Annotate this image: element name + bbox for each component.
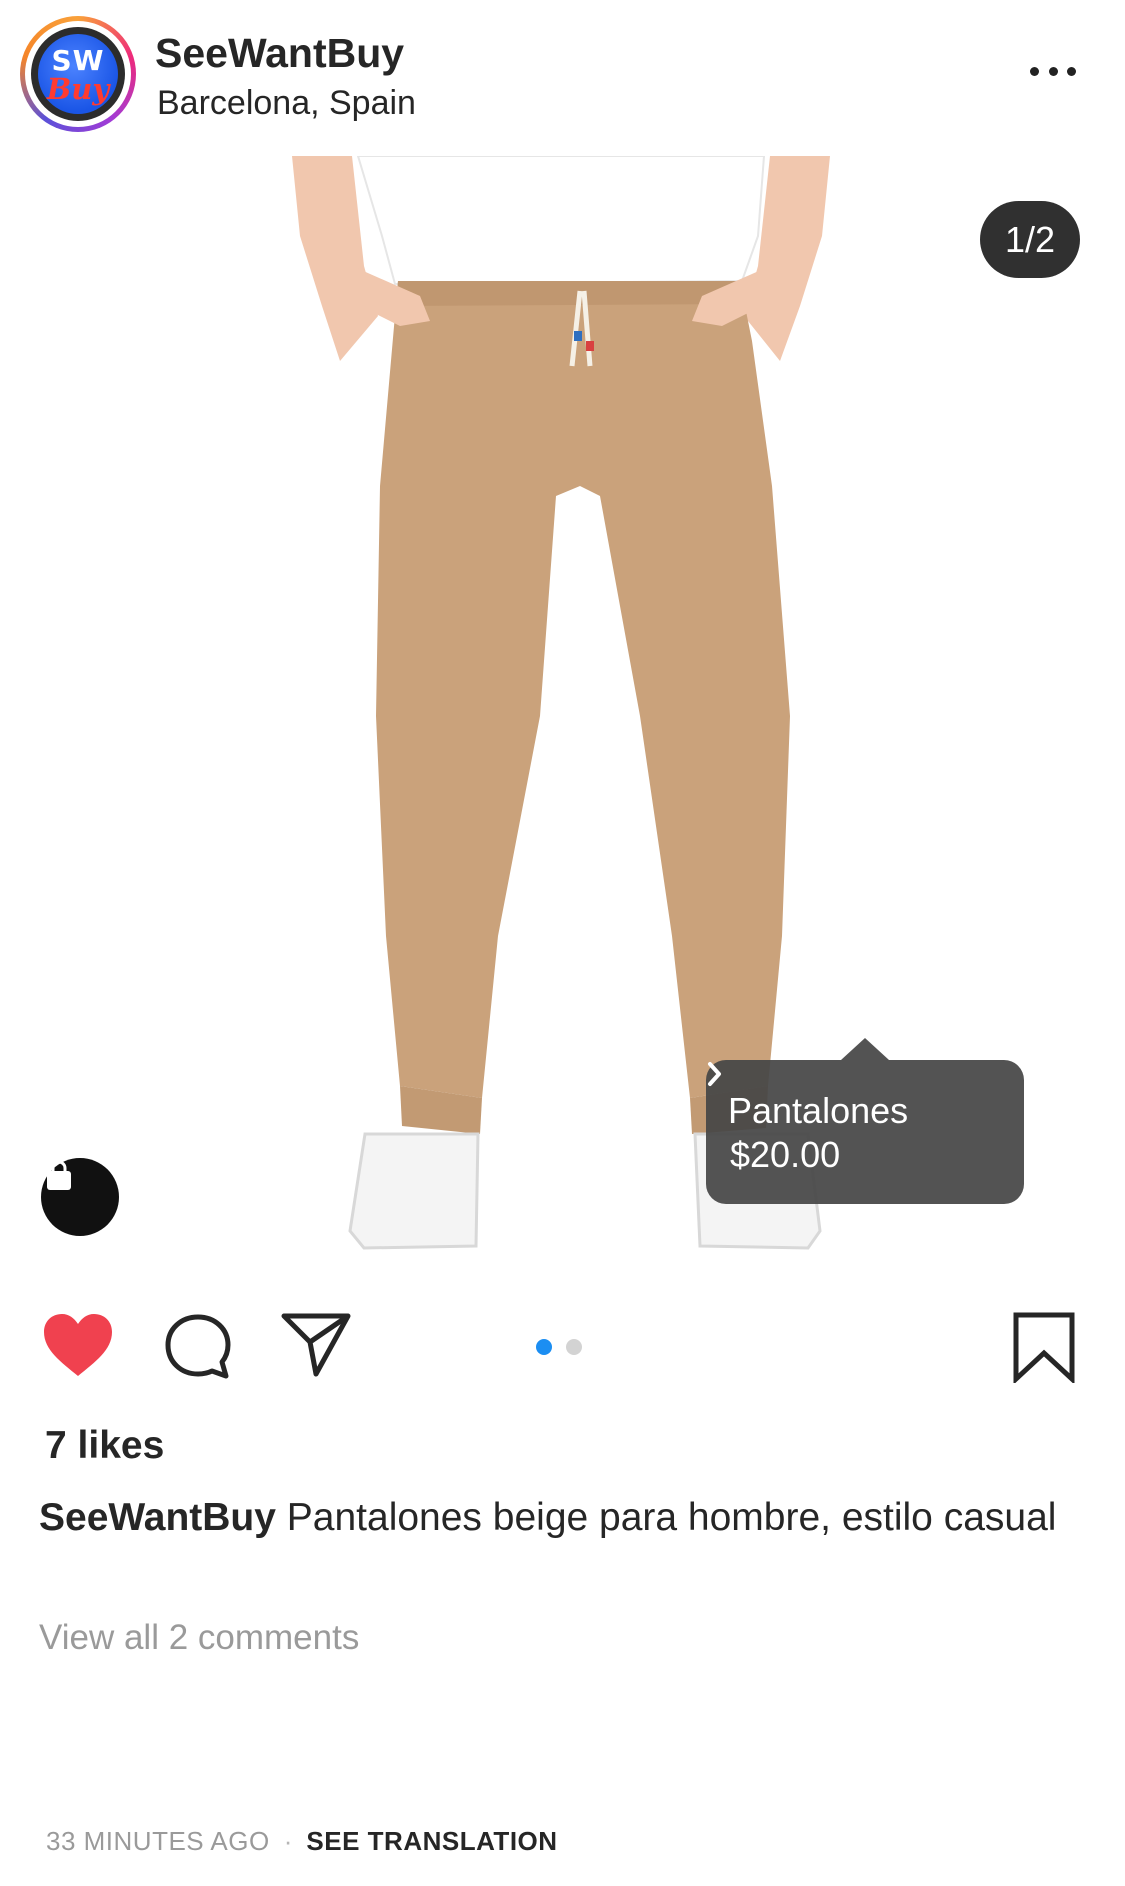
likes-count[interactable]: 7 likes [45, 1424, 164, 1468]
left-arm [292, 156, 378, 361]
waistband [396, 281, 742, 306]
caption: SeeWantBuy Pantalones beige para hombre,… [39, 1494, 1079, 1542]
chevron-right-icon [708, 1062, 721, 1086]
bookmark-icon[interactable] [1012, 1311, 1076, 1383]
action-bar [0, 1281, 1125, 1411]
heart-icon[interactable] [41, 1312, 115, 1378]
product-tag-price: $20.00 [730, 1134, 841, 1175]
image-counter-badge: 1/2 [980, 201, 1080, 278]
carousel-dot [566, 1339, 582, 1355]
more-options-icon[interactable] [1030, 58, 1076, 84]
post-footer: 33 MINUTES AGO · SEE TRANSLATION [46, 1826, 558, 1857]
bead [586, 341, 594, 351]
timestamp: 33 MINUTES AGO [46, 1826, 270, 1856]
product-tag[interactable]: Pantalones $20.00 [706, 1038, 1024, 1204]
avatar-logo-bottom: Buy [46, 72, 110, 106]
instagram-post: SW Buy SeeWantBuy Barcelona, Spain 1/2 P… [0, 0, 1125, 1886]
pants [376, 281, 790, 1098]
post-header: SW Buy SeeWantBuy Barcelona, Spain [0, 0, 1125, 156]
post-image[interactable]: 1/2 Pantalones $20.00 [0, 156, 1125, 1281]
shopping-bag-icon[interactable] [41, 1158, 119, 1236]
product-tag-name: Pantalones [728, 1090, 909, 1131]
see-translation-link[interactable]: SEE TRANSLATION [306, 1826, 557, 1856]
share-icon[interactable] [280, 1312, 352, 1378]
carousel-dots [536, 1339, 586, 1357]
carousel-dot-active [536, 1339, 552, 1355]
avatar[interactable]: SW Buy [20, 16, 136, 132]
view-comments-link[interactable]: View all 2 comments [39, 1618, 359, 1658]
left-shoe [348, 1132, 480, 1250]
account-name[interactable]: SeeWantBuy [155, 30, 404, 77]
avatar-logo: SW Buy [38, 34, 118, 114]
t-shirt [356, 156, 766, 286]
bead [574, 331, 582, 341]
comment-icon[interactable] [163, 1312, 233, 1382]
caption-username[interactable]: SeeWantBuy [39, 1496, 276, 1539]
location-link[interactable]: Barcelona, Spain [157, 84, 416, 123]
caption-text: Pantalones beige para hombre, estilo cas… [286, 1496, 1057, 1539]
separator: · [283, 1826, 293, 1856]
